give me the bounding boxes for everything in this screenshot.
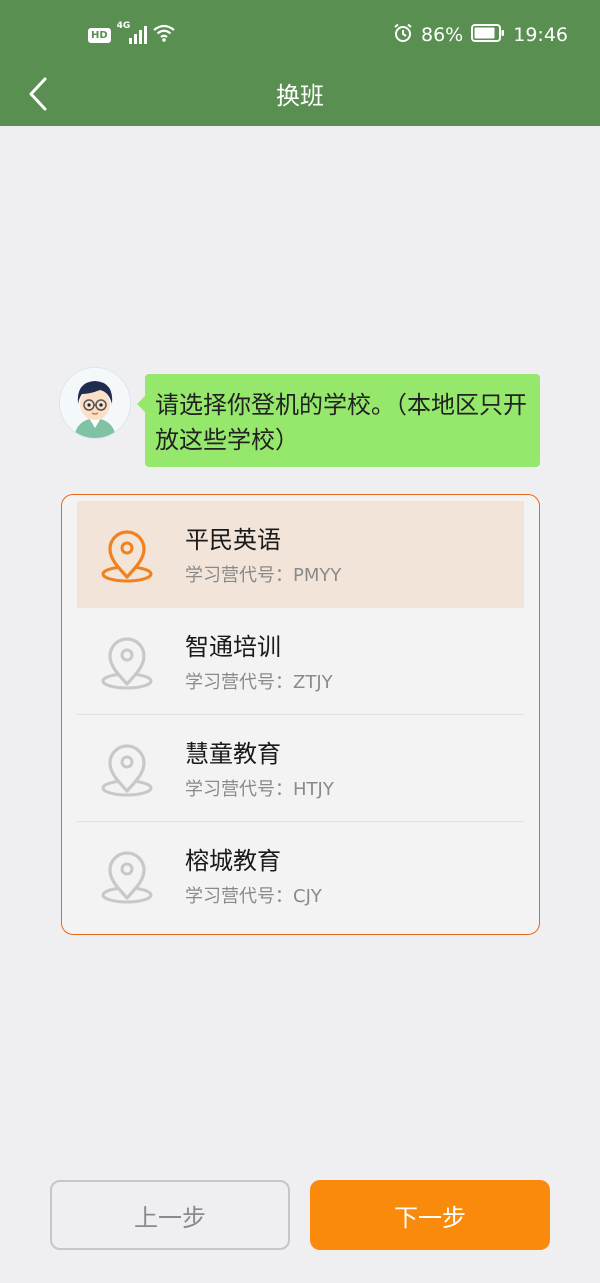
status-time: 19:46 bbox=[513, 24, 568, 46]
status-left: HD 4G bbox=[88, 21, 175, 48]
next-step-button[interactable]: 下一步 bbox=[310, 1180, 550, 1250]
school-code: 学习营代号：CJY bbox=[185, 886, 322, 907]
nav-bar: 换班 bbox=[0, 66, 600, 126]
school-name: 榕城教育 bbox=[185, 847, 281, 875]
school-item[interactable]: 平民英语 学习营代号：PMYY bbox=[77, 501, 524, 608]
alarm-icon bbox=[393, 23, 413, 48]
battery-percent: 86% bbox=[421, 24, 464, 46]
school-code: 学习营代号：HTJY bbox=[185, 779, 334, 800]
school-code: 学习营代号：PMYY bbox=[185, 565, 342, 586]
location-pin-icon bbox=[99, 739, 155, 799]
wifi-icon bbox=[152, 24, 175, 46]
school-name: 平民英语 bbox=[185, 526, 281, 554]
page-title: 换班 bbox=[276, 82, 324, 110]
app-header: HD 4G 86% 19:46 换班 bbox=[0, 0, 600, 126]
school-item[interactable]: 慧童教育 学习营代号：HTJY bbox=[77, 715, 524, 822]
school-item[interactable]: 榕城教育 学习营代号：CJY bbox=[77, 822, 524, 929]
status-bar: HD 4G 86% 19:46 bbox=[0, 0, 600, 66]
status-right: 86% 19:46 bbox=[393, 22, 568, 48]
location-pin-icon bbox=[99, 525, 155, 585]
back-button[interactable] bbox=[18, 74, 58, 118]
school-name: 智通培训 bbox=[185, 633, 281, 661]
teacher-avatar bbox=[60, 368, 130, 438]
school-item[interactable]: 智通培训 学习营代号：ZTJY bbox=[77, 608, 524, 715]
bubble-tail bbox=[137, 396, 145, 412]
chevron-left-icon bbox=[27, 77, 49, 115]
location-pin-icon bbox=[99, 632, 155, 692]
signal-icon: 4G bbox=[117, 21, 147, 45]
school-name: 慧童教育 bbox=[185, 740, 281, 768]
prompt-bubble: 请选择你登机的学校。（本地区只开放这些学校） bbox=[145, 374, 540, 467]
school-list: 平民英语 学习营代号：PMYY 智通培训 学习营代号：ZTJY 慧童教育 学习营… bbox=[61, 494, 540, 935]
prev-step-button[interactable]: 上一步 bbox=[50, 1180, 290, 1250]
hd-badge: HD bbox=[88, 27, 111, 43]
battery-icon bbox=[471, 23, 505, 47]
location-pin-icon bbox=[99, 846, 155, 906]
school-code: 学习营代号：ZTJY bbox=[185, 672, 333, 693]
